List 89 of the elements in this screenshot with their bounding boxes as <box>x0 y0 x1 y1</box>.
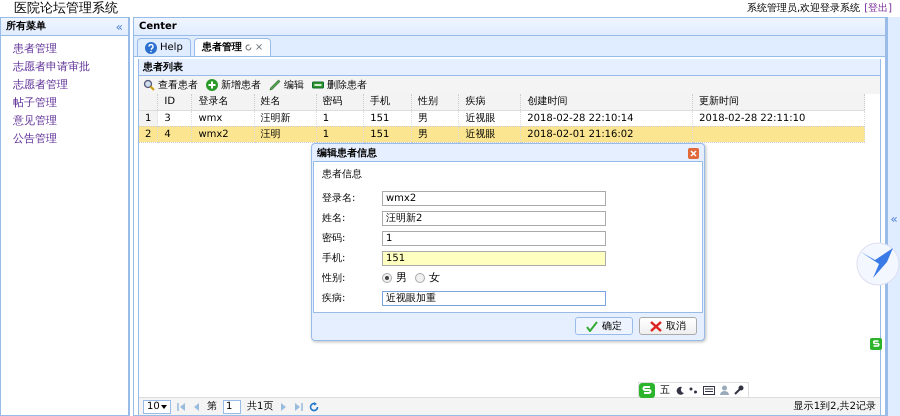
moon-icon[interactable] <box>675 386 684 394</box>
table-cell: wmx2 <box>192 126 254 142</box>
menu-item[interactable]: 意见管理 <box>1 112 57 130</box>
collapse-button[interactable]: « <box>116 20 123 32</box>
refresh-icon[interactable] <box>309 402 320 412</box>
input-field[interactable]: wmx2 <box>382 190 606 206</box>
add-icon <box>206 79 218 91</box>
radio-button[interactable] <box>382 273 392 283</box>
ok-button[interactable]: 确定 <box>575 317 633 335</box>
row-number: 2 <box>139 126 158 142</box>
radio-label: 女 <box>429 270 440 286</box>
menu-item[interactable]: 患者管理 <box>1 40 57 58</box>
table-cell: 151 <box>364 126 412 142</box>
ime-logo-icon[interactable] <box>639 382 655 398</box>
minus-icon <box>312 79 324 91</box>
dialog-title: 编辑患者信息 <box>317 146 377 160</box>
toolbar-button[interactable]: 删除患者 <box>312 78 367 92</box>
radio-label: 男 <box>396 270 407 286</box>
table-cell: 男 <box>411 126 459 142</box>
column-header[interactable]: 创建时间 <box>520 94 693 110</box>
field-label: 性别: <box>322 272 346 286</box>
row-number: 1 <box>139 110 158 126</box>
column-header[interactable]: 性别 <box>411 94 459 110</box>
last-page-icon[interactable] <box>294 402 304 412</box>
keyboard-icon[interactable] <box>703 386 715 394</box>
column-header[interactable]: 疾病 <box>458 94 521 110</box>
input-field[interactable]: 151 <box>382 250 606 266</box>
page-input[interactable]: 1 <box>223 400 241 414</box>
cancel-button[interactable]: 取消 <box>639 317 697 335</box>
input-field[interactable]: 近视眼加重 <box>382 290 606 306</box>
close-icon[interactable] <box>688 148 699 158</box>
logout-link[interactable]: [登出] <box>864 1 892 16</box>
tab-label: 患者管理 <box>202 40 242 55</box>
previous-page-icon[interactable] <box>192 402 201 412</box>
input-field[interactable]: 汪明新2 <box>382 210 606 226</box>
close-icon[interactable]: × <box>254 40 264 55</box>
toolbar-button[interactable]: 新增患者 <box>206 78 261 92</box>
toolbar-button[interactable]: 查看患者 <box>143 78 198 92</box>
column-header[interactable]: 姓名 <box>254 94 316 110</box>
menu-item[interactable]: 公告管理 <box>1 130 57 148</box>
table-cell: 汪明 <box>254 126 316 142</box>
panel-title: Center <box>139 20 177 34</box>
field-label: 手机: <box>322 252 346 266</box>
tab-label: Help <box>160 41 183 55</box>
refresh-icon[interactable] <box>244 44 252 51</box>
cross-icon <box>650 320 662 332</box>
column-header[interactable]: 登录名 <box>192 94 254 110</box>
field-label: 疾病: <box>322 292 346 306</box>
app-title: 医院论坛管理系统 <box>14 0 118 17</box>
menu-item[interactable]: 帖子管理 <box>1 94 57 112</box>
column-header[interactable]: ID <box>158 94 192 110</box>
column-header[interactable]: 手机 <box>364 94 412 110</box>
menu-item[interactable]: 志愿者申请审批 <box>1 58 90 76</box>
page-count: 共1页 <box>247 400 274 414</box>
menu-item[interactable]: 志愿者管理 <box>1 76 68 94</box>
toolbar-button[interactable]: 编辑 <box>269 78 304 92</box>
user-icon[interactable] <box>720 385 729 395</box>
ime-mode[interactable]: 五 <box>660 382 670 398</box>
column-header[interactable]: 更新时间 <box>692 94 864 110</box>
check-icon <box>586 320 598 332</box>
first-page-icon[interactable] <box>177 402 186 412</box>
search-icon <box>143 79 155 91</box>
page-label: 第 <box>207 400 217 414</box>
panel-title: 所有菜单 <box>6 20 46 34</box>
field-label: 密码: <box>322 232 346 246</box>
table-cell: 1 <box>316 126 364 142</box>
help-icon <box>145 42 157 54</box>
table-cell: 近视眼 <box>458 126 521 142</box>
page-size-select[interactable]: 10 <box>143 400 171 414</box>
table-cell: 2018-02-01 21:16:02 <box>520 126 693 142</box>
tab[interactable]: 患者管理 × <box>194 38 272 56</box>
field-label: 姓名: <box>322 212 346 226</box>
panel-title: 患者列表 <box>143 60 183 74</box>
table-cell: 4 <box>158 126 192 142</box>
column-header[interactable]: 密码 <box>316 94 364 110</box>
pencil-icon <box>269 79 281 91</box>
fieldset-legend: 患者信息 <box>322 167 694 182</box>
record-summary: 显示1到2,共2记录 <box>794 400 876 414</box>
radio-button[interactable] <box>415 273 425 283</box>
field-label: 登录名: <box>322 192 356 206</box>
next-page-icon[interactable] <box>279 402 288 412</box>
bird-icon[interactable] <box>856 242 900 286</box>
welcome-text: 系统管理员,欢迎登录系统 <box>747 2 860 16</box>
ime-logo-icon[interactable] <box>870 338 882 350</box>
tab[interactable]: Help <box>137 38 191 56</box>
input-field[interactable]: 1 <box>382 230 606 246</box>
punctuation-icon[interactable] <box>689 386 698 394</box>
wrench-icon[interactable] <box>734 385 744 395</box>
dropdown-icon <box>161 404 167 408</box>
